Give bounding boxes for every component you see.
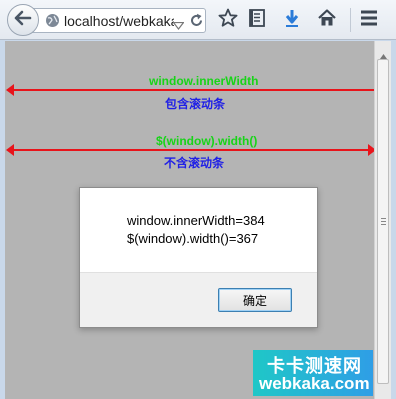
ok-button[interactable]: 确定 bbox=[218, 288, 292, 312]
back-button[interactable] bbox=[7, 4, 39, 36]
reading-list-icon bbox=[248, 8, 266, 33]
alert-footer: 确定 bbox=[80, 272, 317, 327]
browser-toolbar: localhost/webkaka bbox=[0, 0, 396, 40]
scrollbar-thumb[interactable] bbox=[377, 59, 389, 384]
alert-dialog: window.innerWidth=384 $(window).width()=… bbox=[79, 187, 318, 328]
reading-list-button[interactable] bbox=[246, 8, 268, 33]
home-icon bbox=[317, 8, 337, 33]
back-arrow-icon bbox=[14, 10, 32, 31]
download-button[interactable] bbox=[281, 9, 303, 31]
home-button[interactable] bbox=[316, 8, 338, 33]
reload-icon[interactable] bbox=[189, 13, 204, 33]
alert-message: window.innerWidth=384 $(window).width()=… bbox=[127, 212, 265, 248]
dropdown-arrow-icon[interactable] bbox=[172, 17, 185, 35]
star-icon bbox=[218, 8, 238, 33]
alert-line-inner-width: window.innerWidth=384 bbox=[127, 213, 265, 228]
bookmark-star-button[interactable] bbox=[217, 8, 239, 33]
menu-button[interactable] bbox=[358, 9, 380, 31]
download-icon bbox=[283, 8, 301, 33]
vertical-scrollbar[interactable] bbox=[374, 41, 391, 399]
alert-line-jquery-width: $(window).width()=367 bbox=[127, 231, 259, 246]
toolbar-separator bbox=[350, 8, 351, 32]
inner-width-note: 包含滚动条 bbox=[165, 97, 226, 111]
globe-icon bbox=[45, 13, 60, 33]
url-text[interactable]: localhost/webkaka bbox=[64, 13, 174, 29]
watermark-en-text: webkaka.com bbox=[259, 374, 370, 393]
jquery-width-note: 不含滚动条 bbox=[164, 156, 225, 170]
site-watermark-logo: 卡卡测速网 webkaka.com bbox=[253, 350, 373, 396]
url-bar[interactable]: localhost/webkaka bbox=[26, 8, 206, 33]
menu-icon bbox=[359, 9, 379, 32]
scrollbar-grip-icon bbox=[381, 218, 386, 227]
window-frame-right bbox=[391, 41, 396, 399]
